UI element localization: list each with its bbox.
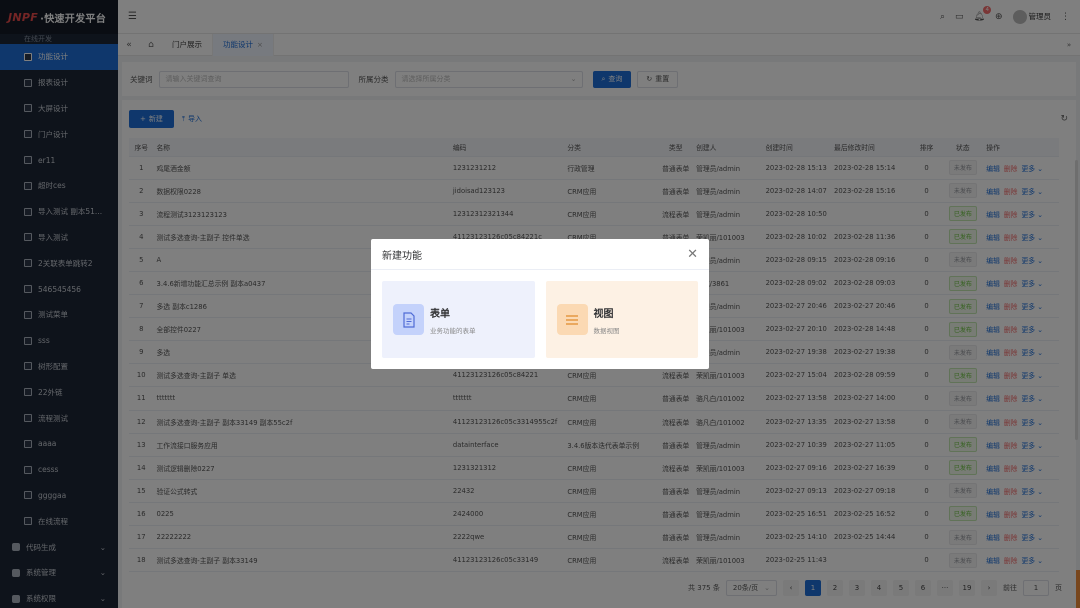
new-feature-dialog: 新建功能 ✕ 表单 业务功能的表单 视图 数据视图 <box>371 239 709 369</box>
form-card-subtitle: 业务功能的表单 <box>430 326 476 335</box>
dialog-title: 新建功能 <box>382 250 422 262</box>
view-card[interactable]: 视图 数据视图 <box>545 281 698 358</box>
view-card-title: 视图 <box>593 308 614 320</box>
dialog-cards: 表单 业务功能的表单 视图 数据视图 <box>371 270 709 358</box>
dialog-header: 新建功能 ✕ <box>371 239 709 270</box>
document-icon <box>393 304 424 335</box>
form-card[interactable]: 表单 业务功能的表单 <box>382 281 535 358</box>
list-icon <box>556 304 588 335</box>
form-card-title: 表单 <box>430 308 450 320</box>
view-card-subtitle: 数据视图 <box>593 326 620 335</box>
close-icon[interactable]: ✕ <box>687 248 698 261</box>
